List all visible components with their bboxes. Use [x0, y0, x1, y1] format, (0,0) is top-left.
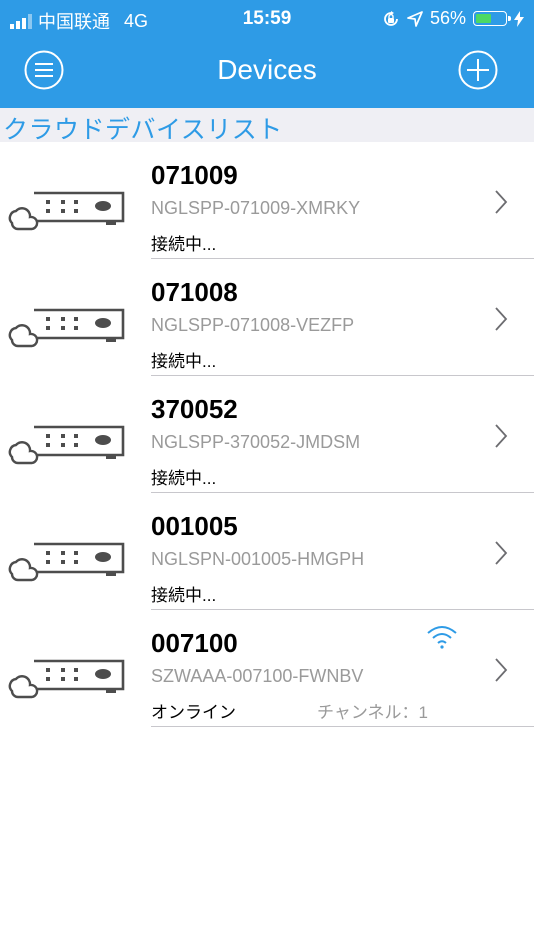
app-header: 中国联通 4G 15:59 56% Devices [0, 0, 534, 108]
navigation-bar: Devices [0, 36, 534, 108]
device-status: 接続中... [151, 469, 217, 488]
device-serial: SZWAAA-007100-FWNBV [151, 666, 364, 686]
section-title: クラウドデバイスリスト [3, 116, 283, 144]
device-row[interactable]: 071009 NGLSPP-071009-XMRKY 接続中... [0, 142, 534, 259]
device-name: 001005 [151, 511, 238, 541]
section-header: クラウドデバイスリスト [0, 108, 534, 144]
cloud-device-icon [8, 542, 125, 582]
chevron-right-icon [495, 541, 508, 565]
location-icon [407, 10, 423, 27]
plus-circle-icon [458, 50, 498, 90]
device-list: 071009 NGLSPP-071009-XMRKY 接続中... 071008… [0, 142, 534, 727]
chevron-right-icon [495, 658, 508, 682]
device-status: オンライン [151, 703, 236, 722]
device-row[interactable]: 001005 NGLSPN-001005-HMGPH 接続中... [0, 493, 534, 610]
device-serial: NGLSPP-370052-JMDSM [151, 432, 361, 452]
device-row[interactable]: 071008 NGLSPP-071008-VEZFP 接続中... [0, 259, 534, 376]
chevron-right-icon [495, 190, 508, 214]
wifi-icon [427, 626, 457, 649]
device-name: 370052 [151, 394, 238, 424]
device-status: 接続中... [151, 235, 217, 254]
device-status: 接続中... [151, 586, 217, 605]
orientation-lock-icon [384, 10, 398, 26]
device-serial: NGLSPP-071008-VEZFP [151, 315, 355, 335]
status-bar: 中国联通 4G 15:59 56% [0, 0, 534, 36]
row-divider [151, 726, 534, 727]
device-serial: NGLSPN-001005-HMGPH [151, 549, 365, 569]
chevron-right-icon [495, 424, 508, 448]
status-right: 56% [382, 8, 524, 29]
battery-icon [473, 11, 511, 26]
device-channel: チャンネル：1 [317, 703, 428, 722]
device-name: 007100 [151, 628, 238, 658]
page-title: Devices [217, 54, 317, 85]
cloud-device-icon [8, 191, 125, 231]
battery-percent: 56% [429, 8, 466, 28]
device-row[interactable]: 370052 NGLSPP-370052-JMDSM 接続中... [0, 376, 534, 493]
device-status: 接続中... [151, 352, 217, 371]
device-serial: NGLSPP-071009-XMRKY [151, 198, 361, 218]
device-name: 071009 [151, 160, 238, 190]
cloud-device-icon [8, 425, 125, 465]
device-name: 071008 [151, 277, 238, 307]
device-row[interactable]: 007100 SZWAAA-007100-FWNBV オンライン チャンネル：1 [0, 610, 534, 727]
charging-icon [514, 10, 524, 27]
cloud-device-icon [8, 308, 125, 348]
cloud-device-icon [8, 659, 125, 699]
chevron-right-icon [495, 307, 508, 331]
add-device-button[interactable] [458, 50, 498, 90]
